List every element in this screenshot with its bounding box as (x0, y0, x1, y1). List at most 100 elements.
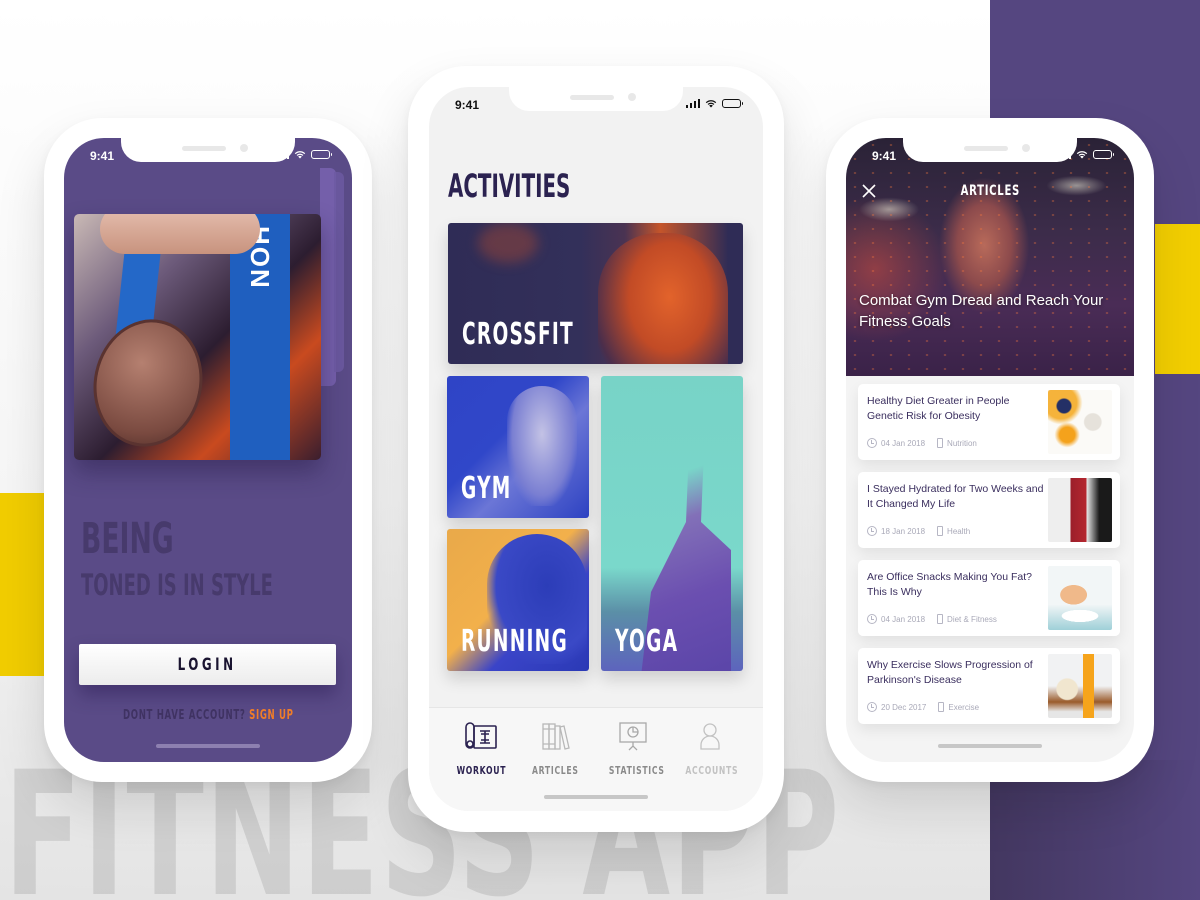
speaker (182, 146, 226, 151)
books-icon (542, 723, 570, 750)
page-title: ACTIVITIES (448, 167, 571, 205)
battery-icon (1093, 150, 1114, 159)
article-title: Are Office Snacks Making You Fat? This I… (867, 571, 1032, 598)
activity-tile-label: RUNNING (461, 624, 568, 659)
login-subheadline: TONED IS IN STYLE (81, 568, 273, 602)
article-card[interactable]: Are Office Snacks Making You Fat? This I… (858, 560, 1120, 636)
hero-image (846, 138, 1134, 376)
article-meta: 20 Dec 2017 Exercise (867, 702, 979, 712)
tab-label: STATISTICS (608, 764, 665, 777)
clock-icon (867, 526, 877, 536)
status-time: 9:41 (455, 98, 480, 112)
article-thumbnail (1048, 566, 1112, 630)
phone-activities: 9:41 ACTIVITIES CROSSFIT GYM RUNNING YOG… (408, 66, 784, 832)
article-title: Why Exercise Slows Progression of Parkin… (867, 659, 1033, 686)
card-stack-shadow (334, 172, 344, 372)
activity-tile-yoga[interactable]: YOGA (601, 376, 743, 671)
activity-tile-label: GYM (461, 471, 512, 506)
tab-accounts[interactable]: ACCOUNTS (674, 720, 746, 779)
activity-tile-label: YOGA (615, 624, 679, 659)
background-yellow-accent-right (1155, 224, 1200, 374)
login-button-label: LOGIN (178, 654, 237, 675)
presentation-chart-icon (619, 722, 647, 751)
bookmark-icon (937, 526, 944, 536)
medal-photo: HON (74, 214, 321, 460)
tab-workout[interactable]: WORKOUT (445, 720, 517, 779)
status-icons (274, 150, 332, 159)
article-thumbnail (1048, 390, 1112, 454)
activity-tile-crossfit[interactable]: CROSSFIT (448, 223, 743, 364)
battery-icon (311, 150, 332, 159)
activity-tile-gym[interactable]: GYM (447, 376, 589, 518)
clock-icon (867, 438, 877, 448)
article-meta: 18 Jan 2018 Health (867, 526, 970, 536)
tile-photo-bokeh (478, 223, 538, 263)
bookmark-icon (937, 438, 944, 448)
camera (1022, 144, 1030, 152)
article-meta: 04 Jan 2018 Nutrition (867, 438, 977, 448)
tile-photo-figure (507, 386, 577, 506)
featured-article-headline[interactable]: Combat Gym Dread and Reach Your Fitness … (859, 290, 1109, 332)
signal-icon (1056, 150, 1071, 159)
status-icons (685, 99, 743, 108)
tab-statistics[interactable]: STATISTICS (597, 720, 669, 779)
article-date: 04 Jan 2018 (881, 614, 926, 624)
camera (240, 144, 248, 152)
speaker (570, 95, 614, 100)
tab-articles[interactable]: ARTICLES (519, 720, 591, 779)
article-category: Nutrition (947, 438, 977, 448)
article-card[interactable]: Healthy Diet Greater in People Genetic R… (858, 384, 1120, 460)
status-icons (1056, 150, 1114, 159)
article-category: Diet & Fitness (947, 614, 997, 624)
phone-login: 9:41 HON BEING TONED IS IN STYLE LOGIN D… (44, 118, 372, 782)
activity-tile-running[interactable]: RUNNING (447, 529, 589, 671)
article-thumbnail (1048, 654, 1112, 718)
home-indicator[interactable] (156, 744, 260, 748)
home-indicator[interactable] (938, 744, 1042, 748)
home-indicator[interactable] (544, 795, 648, 799)
signup-link[interactable]: SIGN UP (249, 708, 293, 723)
battery-icon (722, 99, 743, 108)
article-category: Health (947, 526, 971, 536)
article-title: I Stayed Hydrated for Two Weeks and It C… (867, 483, 1044, 510)
user-icon (700, 723, 720, 750)
articles-screen: 9:41 ARTICLES Combat Gym Dread and Reach… (846, 138, 1134, 762)
article-date: 20 Dec 2017 (881, 702, 927, 712)
login-screen: 9:41 HON BEING TONED IS IN STYLE LOGIN D… (64, 138, 352, 762)
tile-photo-figure (598, 233, 728, 364)
signal-icon (274, 150, 289, 159)
nav-title-text: ARTICLES (960, 183, 1020, 199)
signup-row: DONT HAVE ACCOUNT? SIGN UP (64, 706, 352, 724)
nav-title: ARTICLES (846, 182, 1134, 200)
medal (81, 309, 215, 457)
wifi-icon (705, 100, 717, 108)
status-time: 9:41 (872, 149, 897, 163)
article-card[interactable]: I Stayed Hydrated for Two Weeks and It C… (858, 472, 1120, 548)
tab-label: ACCOUNTS (685, 764, 739, 777)
article-date: 04 Jan 2018 (881, 438, 926, 448)
bookmark-icon (938, 702, 945, 712)
signal-icon (685, 99, 700, 108)
wifi-icon (1076, 151, 1088, 159)
camera (628, 93, 636, 101)
article-date: 18 Jan 2018 (881, 526, 926, 536)
phone-articles: 9:41 ARTICLES Combat Gym Dread and Reach… (826, 118, 1154, 782)
activities-screen: 9:41 ACTIVITIES CROSSFIT GYM RUNNING YOG… (429, 87, 763, 811)
signup-prompt: DONT HAVE ACCOUNT? (122, 708, 246, 723)
status-time: 9:41 (90, 149, 115, 163)
login-button[interactable]: LOGIN (79, 644, 336, 685)
hand (100, 214, 260, 254)
article-meta: 04 Jan 2018 Diet & Fitness (867, 614, 997, 624)
tab-label: ARTICLES (531, 764, 579, 777)
tab-label: WORKOUT (456, 764, 506, 777)
article-category: Exercise (948, 702, 980, 712)
activity-tile-label: CROSSFIT (462, 317, 574, 352)
speaker (964, 146, 1008, 151)
article-thumbnail (1048, 478, 1112, 542)
article-title: Healthy Diet Greater in People Genetic R… (867, 395, 1010, 422)
clock-icon (867, 702, 877, 712)
wifi-icon (294, 151, 306, 159)
article-card[interactable]: Why Exercise Slows Progression of Parkin… (858, 648, 1120, 724)
workout-icon (465, 722, 497, 749)
login-headline: BEING (81, 514, 174, 564)
